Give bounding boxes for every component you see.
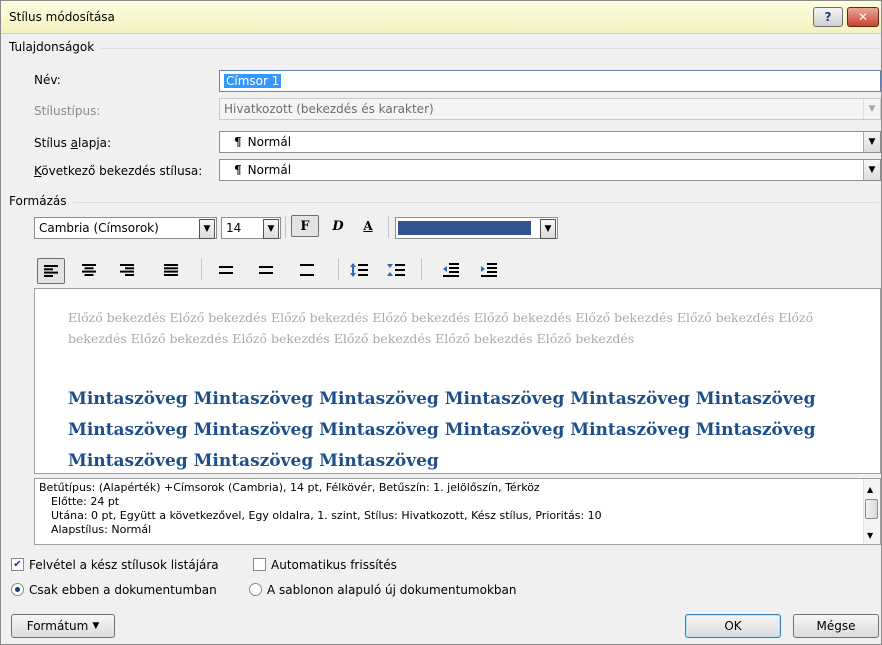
toolbar-separator	[421, 258, 422, 280]
increase-spacing-icon[interactable]	[349, 259, 369, 281]
increase-indent-icon[interactable]	[479, 259, 499, 281]
new-documents-radio[interactable]	[249, 583, 262, 596]
based-on-value: Normál	[247, 135, 292, 149]
toolbar-separator	[338, 258, 339, 280]
description-line: Előtte: 24 pt	[51, 495, 120, 508]
add-to-quick-styles-checkbox[interactable]: ✔	[11, 558, 24, 571]
chevron-down-icon[interactable]: ▼	[263, 219, 279, 239]
scroll-thumb[interactable]	[865, 499, 878, 519]
font-color-select[interactable]: ▼	[395, 217, 558, 239]
style-type-select[interactable]: Hivatkozott (bekezdés és karakter) ▼	[219, 98, 881, 120]
ok-button[interactable]: OK	[685, 614, 781, 638]
underline-button[interactable]: A	[356, 215, 380, 237]
style-description: Betűtípus: (Alapérték) +Címsorok (Cambri…	[34, 478, 881, 545]
format-button-label: Formátum	[26, 619, 89, 633]
format-button[interactable]: Formátum ▼	[11, 614, 115, 638]
properties-divider	[101, 48, 879, 49]
description-line: Utána: 0 pt, Együtt a következővel, Egy …	[51, 509, 602, 522]
style-type-label: Stílustípus:	[34, 104, 101, 118]
chevron-down-icon[interactable]: ▼	[863, 160, 880, 180]
window-title: Stílus módosítása	[9, 10, 115, 24]
one-half-spacing-icon[interactable]	[256, 259, 276, 281]
chevron-down-icon[interactable]: ▼	[540, 219, 556, 239]
single-spacing-icon[interactable]	[216, 259, 236, 281]
chevron-down-icon: ▼	[863, 99, 880, 119]
font-size-select[interactable]: 14 ▼	[221, 217, 281, 239]
new-documents-label: A sablonon alapuló új dokumentumokban	[267, 583, 517, 597]
chevron-down-icon: ▼	[92, 621, 100, 631]
decrease-spacing-icon[interactable]	[386, 259, 406, 281]
font-value: Cambria (Címsorok)	[39, 221, 159, 235]
previous-paragraph-text: Előző bekezdés Előző bekezdés Előző beke…	[68, 310, 814, 346]
font-color-swatch	[398, 221, 531, 235]
description-line: Betűtípus: (Alapérték) +Címsorok (Cambri…	[39, 481, 540, 494]
sample-text: Mintaszöveg Mintaszöveg Mintaszöveg Mint…	[68, 389, 816, 471]
align-center-icon[interactable]	[79, 259, 99, 281]
next-style-value: Normál	[247, 163, 292, 177]
decrease-indent-icon[interactable]	[441, 259, 461, 281]
auto-update-checkbox[interactable]	[253, 558, 266, 571]
paragraph-icon: ¶	[234, 163, 242, 177]
name-input[interactable]: Címsor 1	[219, 70, 881, 92]
bold-button[interactable]: F	[291, 215, 319, 237]
font-size-value: 14	[226, 221, 242, 235]
next-style-select[interactable]: ¶ Normál ▼	[219, 159, 881, 181]
double-spacing-icon[interactable]	[297, 259, 317, 281]
formatting-divider	[73, 202, 879, 203]
align-left-icon[interactable]	[37, 258, 65, 284]
chevron-down-icon[interactable]: ▼	[199, 219, 215, 239]
font-select[interactable]: Cambria (Címsorok) ▼	[34, 217, 217, 239]
chevron-down-icon[interactable]: ▼	[863, 132, 880, 152]
properties-group-label: Tulajdonságok	[9, 40, 95, 54]
toolbar-separator	[201, 258, 202, 280]
only-this-document-label: Csak ebben a dokumentumban	[29, 583, 217, 597]
scroll-down-icon[interactable]: ▼	[867, 529, 873, 543]
style-preview: Előző bekezdés Előző bekezdés Előző beke…	[34, 288, 881, 474]
description-line: Alapstílus: Normál	[51, 523, 152, 536]
justify-icon[interactable]	[161, 259, 181, 281]
formatting-group-label: Formázás	[9, 194, 67, 208]
auto-update-label: Automatikus frissítés	[271, 558, 397, 572]
description-scrollbar[interactable]: ▲ ▼	[863, 479, 880, 544]
name-value: Címsor 1	[224, 74, 282, 88]
name-label: Név:	[34, 73, 61, 87]
scroll-up-icon[interactable]: ▲	[867, 483, 873, 497]
close-button[interactable]: ✕	[847, 7, 879, 27]
style-type-value: Hivatkozott (bekezdés és karakter)	[224, 102, 434, 116]
cancel-button[interactable]: Mégse	[793, 614, 879, 638]
toolbar-separator	[285, 216, 286, 238]
align-right-icon[interactable]	[117, 259, 137, 281]
title-bar: Stílus módosítása ? ✕	[1, 1, 881, 34]
paragraph-icon: ¶	[234, 135, 242, 149]
only-this-document-radio[interactable]	[11, 583, 24, 596]
modify-style-dialog: Stílus módosítása ? ✕ Tulajdonságok Név:…	[0, 0, 882, 645]
help-button[interactable]: ?	[813, 7, 843, 27]
toolbar-separator	[388, 216, 389, 238]
based-on-label: Stílus alapja:	[34, 136, 112, 150]
next-style-label: Következő bekezdés stílusa:	[34, 164, 203, 178]
add-to-quick-styles-label: Felvétel a kész stílusok listájára	[29, 558, 219, 572]
italic-button[interactable]: D	[326, 215, 350, 237]
based-on-select[interactable]: ¶ Normál ▼	[219, 131, 881, 153]
